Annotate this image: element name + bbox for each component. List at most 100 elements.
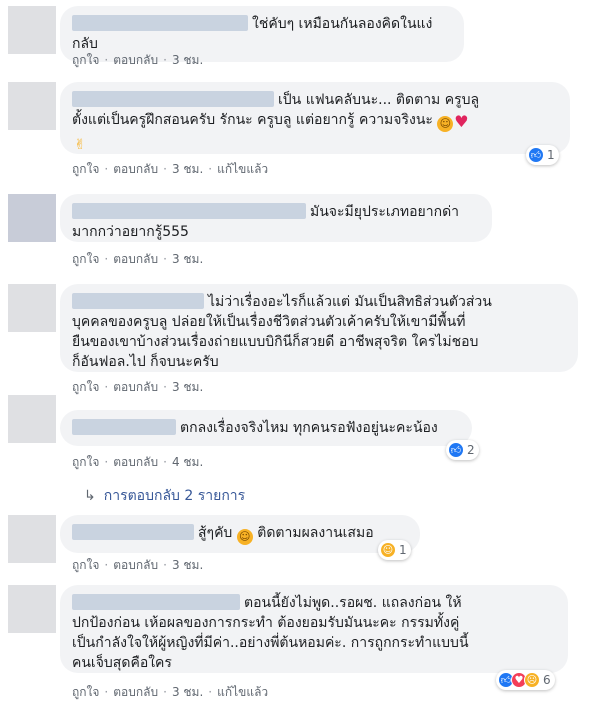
like-button[interactable]: ถูกใจ <box>72 51 99 70</box>
commenter-name[interactable] <box>72 524 194 540</box>
comment-text: ตกลงเรื่องจริงไหม ทุกคนรอฟังอยู่นะคะน้อง <box>180 420 438 436</box>
separator: · <box>208 162 213 176</box>
separator: · <box>104 53 109 67</box>
reaction-count: 2 <box>467 443 475 457</box>
separator: · <box>104 252 109 266</box>
like-button[interactable]: ถูกใจ <box>72 556 99 575</box>
comment-actions: ถูกใจ · ตอบกลับ · 3 ชม. · แก้ไขแล้ว <box>72 683 268 702</box>
comment-bubble: สู้ๆคับ ☺ ติดตามผลงานเสมอ <box>60 515 420 553</box>
edited-label[interactable]: แก้ไขแล้ว <box>217 160 268 179</box>
reply-button[interactable]: ตอบกลับ <box>113 683 158 702</box>
like-button[interactable]: ถูกใจ <box>72 250 99 269</box>
timestamp[interactable]: 3 ชม. <box>172 378 203 397</box>
view-replies-text: การตอบกลับ 2 รายการ <box>103 488 246 504</box>
comment-text-line-2: มากกว่าอยากรู้555 <box>72 224 189 240</box>
like-button[interactable]: ถูกใจ <box>72 453 99 472</box>
reaction-count: 1 <box>399 543 407 557</box>
comment-text-line-3: ยืนของเขาบ้างส่วนเรื่องถ่ายแบบบิกินีก็สว… <box>72 334 479 350</box>
commenter-name[interactable] <box>72 15 248 31</box>
edited-label[interactable]: แก้ไขแล้ว <box>217 683 268 702</box>
reply-button[interactable]: ตอบกลับ <box>113 160 158 179</box>
comment-text-line-3: เป็นกำลังใจให้ผู้หญิงที่มีค่า..อย่างพี่ต… <box>72 635 469 651</box>
avatar[interactable] <box>8 82 56 130</box>
separator: · <box>104 455 109 469</box>
reply-button[interactable]: ตอบกลับ <box>113 51 158 70</box>
separator: · <box>208 685 213 699</box>
reply-button[interactable]: ตอบกลับ <box>113 250 158 269</box>
commenter-name[interactable] <box>72 594 240 610</box>
timestamp[interactable]: 3 ชม. <box>172 250 203 269</box>
separator: · <box>104 380 109 394</box>
avatar[interactable] <box>8 194 56 242</box>
smile-emoji: ☺ <box>236 529 253 545</box>
separator: · <box>104 162 109 176</box>
commenter-name[interactable] <box>72 293 204 309</box>
avatar[interactable] <box>8 515 56 563</box>
comment-text-line-1: มันจะมียุประเภทอยากด่า <box>310 204 460 220</box>
comment-bubble: เป็น แฟนคลับนะ... ติดตาม ครูบลู ตั้งแต่เ… <box>60 82 570 154</box>
like-button[interactable]: ถูกใจ <box>72 378 99 397</box>
comment-text-line-1: ตอนนี้ยังไม่พูด..รอผช. แถลงก่อน ให้ <box>244 595 462 611</box>
separator: · <box>163 685 167 699</box>
comment-text-line-1: เป็น แฟนคลับนะ... ติดตาม ครูบลู <box>278 92 480 108</box>
timestamp[interactable]: 3 ชม. <box>172 556 203 575</box>
like-reaction-icon: 👍︎ <box>448 442 464 458</box>
reaction-summary[interactable]: 👍︎ ♥ ☹ 6 <box>496 670 555 690</box>
avatar[interactable] <box>8 395 56 443</box>
comment-actions: ถูกใจ · ตอบกลับ · 3 ชม. <box>72 250 203 269</box>
reaction-summary[interactable]: ☺ 1 <box>378 540 411 560</box>
comment-text-line-2: ปกป้องก่อน เห้อผลของการกระทำ ต้องยอมรับม… <box>72 615 460 631</box>
comment-bubble: ไม่ว่าเรื่องอะไรก็แล้วแต่ มันเป็นสิทธิส่… <box>60 284 578 372</box>
commenter-name[interactable] <box>72 91 274 107</box>
comment-text-line-1: ไม่ว่าเรื่องอะไรก็แล้วแต่ มันเป็นสิทธิส่… <box>208 294 492 310</box>
comment-bubble: ตอนนี้ยังไม่พูด..รอผช. แถลงก่อน ให้ ปกป้… <box>60 585 568 673</box>
separator: · <box>104 558 109 572</box>
separator: · <box>104 685 109 699</box>
comment-text-line-4: คนเจ็บสุดคือใคร <box>72 655 172 671</box>
sad-reaction-icon: ☹ <box>524 672 540 688</box>
view-replies-link[interactable]: ↳ การตอบกลับ 2 รายการ <box>84 485 245 507</box>
comment-bubble: ตกลงเรื่องจริงไหม ทุกคนรอฟังอยู่นะคะน้อง <box>60 410 472 446</box>
reaction-summary[interactable]: 👍︎ 1 <box>526 145 559 165</box>
comment-bubble: มันจะมียุประเภทอยากด่า มากกว่าอยากรู้555 <box>60 194 492 242</box>
separator: · <box>163 455 167 469</box>
comment-actions: ถูกใจ · ตอบกลับ · 3 ชม. <box>72 51 203 70</box>
like-button[interactable]: ถูกใจ <box>72 160 99 179</box>
separator: · <box>163 252 167 266</box>
comment-text-line-2: บุคคลของครูบลู ปล่อยให้เป็นเรื่องชีวิตส่… <box>72 314 466 330</box>
commenter-name[interactable] <box>72 203 306 219</box>
timestamp[interactable]: 3 ชม. <box>172 160 203 179</box>
avatar[interactable] <box>8 284 56 332</box>
reply-arrow-icon: ↳ <box>84 488 96 504</box>
comment-text-line-4: ก็อันฟอล.ไป ก็จบนะครับ <box>72 354 219 370</box>
comment-actions: ถูกใจ · ตอบกลับ · 3 ชม. <box>72 556 203 575</box>
commenter-name[interactable] <box>72 419 176 435</box>
comment-text-line-2: ตั้งแต่เป็นครูฝึกสอนครับ รักนะ ครูบลู แต… <box>72 112 433 128</box>
comment-actions: ถูกใจ · ตอบกลับ · 3 ชม. · แก้ไขแล้ว <box>72 160 268 179</box>
reaction-count: 1 <box>547 148 555 162</box>
reaction-summary[interactable]: 👍︎ 2 <box>446 440 479 460</box>
separator: · <box>163 380 167 394</box>
smile-emoji: ☺ <box>437 116 454 132</box>
timestamp[interactable]: 3 ชม. <box>172 51 203 70</box>
separator: · <box>163 558 167 572</box>
reaction-count: 6 <box>543 673 551 687</box>
comment-text-after: ติดตามผลงานเสมอ <box>257 525 374 541</box>
timestamp[interactable]: 3 ชม. <box>172 683 203 702</box>
comment-actions: ถูกใจ · ตอบกลับ · 3 ชม. <box>72 378 203 397</box>
like-reaction-icon: 👍︎ <box>528 147 544 163</box>
timestamp[interactable]: 4 ชม. <box>172 453 203 472</box>
separator: · <box>163 53 167 67</box>
avatar[interactable] <box>8 6 56 54</box>
reply-button[interactable]: ตอบกลับ <box>113 556 158 575</box>
comment-text: สู้ๆคับ <box>198 525 233 541</box>
comment-actions: ถูกใจ · ตอบกลับ · 4 ชม. <box>72 453 203 472</box>
separator: · <box>163 162 167 176</box>
heart-emoji: ♥ <box>454 112 469 131</box>
reply-button[interactable]: ตอบกลับ <box>113 378 158 397</box>
hand-emoji: ✌ <box>74 137 86 153</box>
avatar[interactable] <box>8 585 56 633</box>
haha-reaction-icon: ☺ <box>380 542 396 558</box>
like-button[interactable]: ถูกใจ <box>72 683 99 702</box>
reply-button[interactable]: ตอบกลับ <box>113 453 158 472</box>
